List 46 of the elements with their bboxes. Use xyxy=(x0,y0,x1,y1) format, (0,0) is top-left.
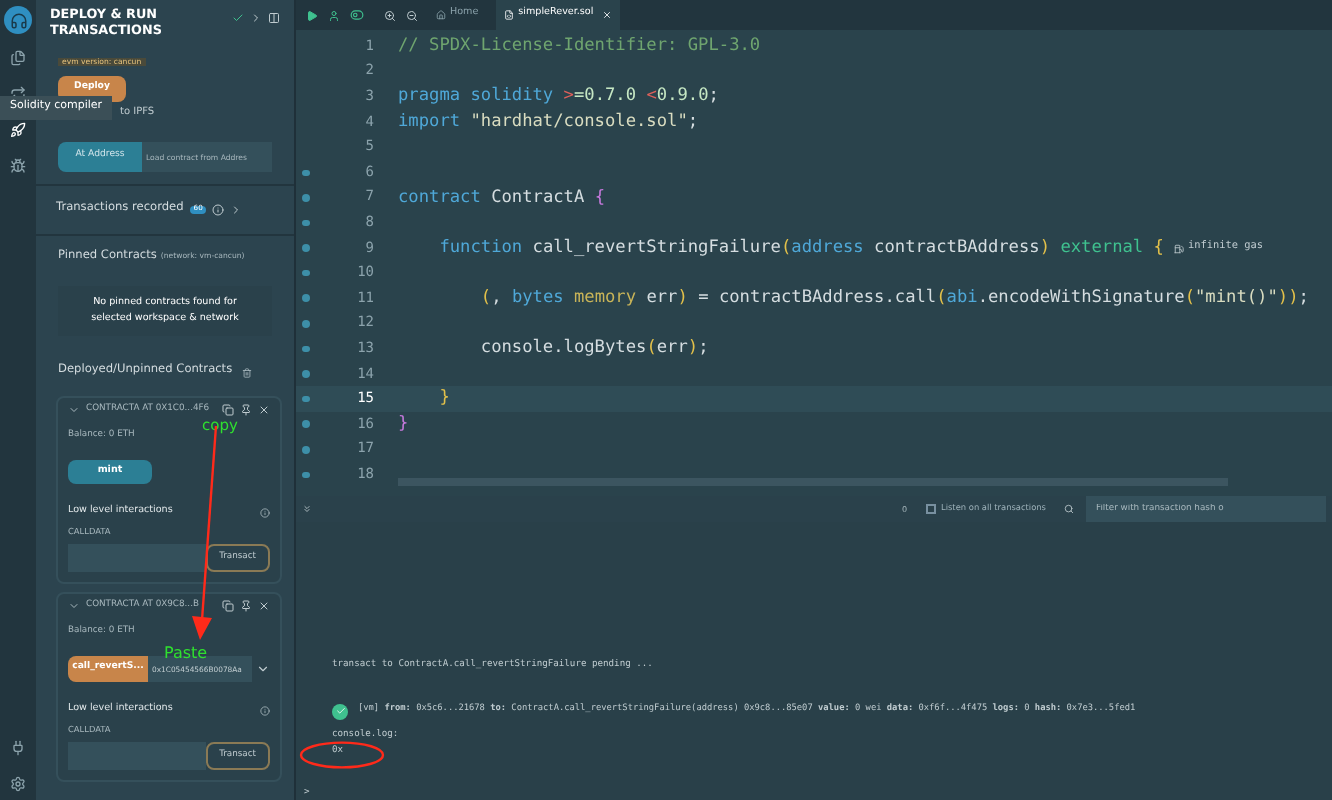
calldata-field[interactable] xyxy=(68,544,206,572)
code-line: console.logBytes(err); xyxy=(478,340,709,358)
files-icon[interactable] xyxy=(10,50,26,66)
info-icon[interactable] xyxy=(260,507,270,517)
search-icon[interactable] xyxy=(1064,504,1074,514)
deploy-icon[interactable] xyxy=(10,122,26,138)
chevron-icon[interactable] xyxy=(230,204,243,216)
zoom-in-icon[interactable] xyxy=(384,9,396,21)
home-icon xyxy=(436,10,446,20)
code-line: contract ContractA { xyxy=(398,189,606,207)
person-icon[interactable] xyxy=(328,9,340,21)
zoom-out-icon[interactable] xyxy=(406,9,418,21)
close-icon[interactable] xyxy=(258,404,270,416)
code-line: // SPDX-License-Identifier: GPL-3.0 xyxy=(398,38,761,56)
code-line: } xyxy=(398,415,409,433)
code-line: (, bytes memory err) = contractBAddress.call(abi.encodeWithSignature("mint()")); xyxy=(478,289,1309,308)
plugin-icon[interactable] xyxy=(10,740,26,756)
copy-icon[interactable] xyxy=(222,404,234,416)
code-line: } xyxy=(437,390,450,408)
debug-icon[interactable] xyxy=(10,158,26,174)
panel-icon[interactable] xyxy=(268,12,280,24)
info-icon[interactable] xyxy=(212,204,225,216)
info-icon[interactable] xyxy=(260,705,270,715)
annotation-text: Paste xyxy=(164,644,208,662)
checkbox[interactable] xyxy=(925,504,935,514)
code-line: import "hardhat/console.sol"; xyxy=(398,113,699,131)
trash-icon[interactable] xyxy=(242,367,253,377)
settings-icon[interactable] xyxy=(10,776,26,792)
pin-icon[interactable] xyxy=(240,600,252,612)
pin-icon[interactable] xyxy=(240,404,252,416)
annotation-circle xyxy=(298,740,386,770)
chevron-icon[interactable] xyxy=(250,12,262,24)
code-line: pragma solidity >=0.7.0 <0.9.0; xyxy=(398,88,719,106)
run-icon[interactable] xyxy=(306,9,318,21)
close-icon[interactable] xyxy=(258,600,270,612)
collapse-icon[interactable] xyxy=(302,504,312,514)
file-icon xyxy=(504,10,515,20)
toggle-icon[interactable] xyxy=(350,8,364,22)
copy-icon[interactable] xyxy=(222,600,234,612)
gas-icon xyxy=(1173,243,1184,254)
chevron-icon[interactable] xyxy=(256,662,270,676)
chevron-icon[interactable] xyxy=(68,600,80,612)
code-line: function call_revertStringFailure(address contractBAddress) external { xyxy=(437,239,1164,257)
chevron-icon[interactable] xyxy=(68,404,80,416)
check-icon xyxy=(232,12,244,24)
calldata-field[interactable] xyxy=(68,742,206,770)
